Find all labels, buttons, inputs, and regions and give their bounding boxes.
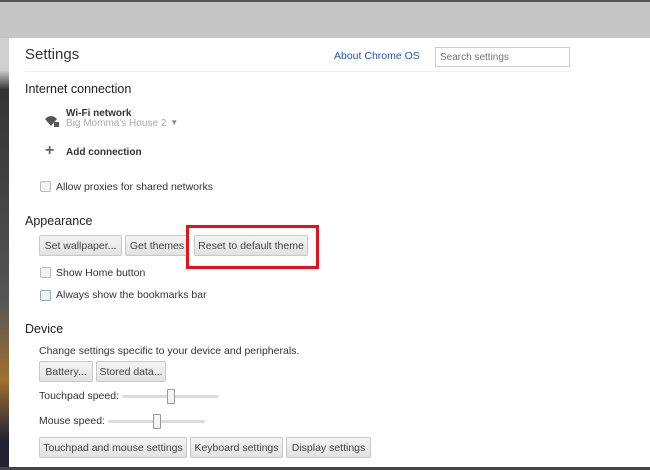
set-wallpaper-button[interactable]: Set wallpaper... [39, 235, 122, 256]
mouse-slider-thumb[interactable] [152, 414, 161, 429]
page-title: Settings [25, 46, 80, 63]
network-name: Big Momma's House 2 [66, 118, 167, 129]
about-chrome-os-link[interactable]: About Chrome OS [334, 50, 420, 62]
highlight-box [186, 225, 319, 269]
allow-proxies-label: Allow proxies for shared networks [56, 181, 213, 193]
header-divider [25, 71, 570, 72]
wifi-lock-icon [45, 116, 59, 127]
touchpad-slider-thumb[interactable] [166, 389, 175, 404]
touchpad-speed-label: Touchpad speed: [39, 390, 119, 402]
desktop-wallpaper-strip [0, 0, 9, 470]
settings-window: Settings About Chrome OS Internet connec… [9, 38, 650, 467]
internet-heading: Internet connection [25, 82, 132, 96]
keyboard-settings-button[interactable]: Keyboard settings [190, 437, 283, 458]
mouse-speed-slider[interactable] [108, 414, 205, 429]
display-settings-button[interactable]: Display settings [286, 437, 371, 458]
bookmarks-bar-label: Always show the bookmarks bar [56, 289, 207, 301]
mouse-speed-label: Mouse speed: [39, 415, 105, 427]
device-description: Change settings specific to your device … [39, 345, 300, 357]
plus-icon: + [45, 142, 55, 159]
show-home-label: Show Home button [56, 267, 146, 279]
network-dropdown[interactable]: Big Momma's House 2 ▼ [66, 118, 178, 129]
touchpad-mouse-settings-button[interactable]: Touchpad and mouse settings [39, 437, 187, 458]
touchpad-speed-slider[interactable] [122, 389, 219, 404]
window-title-bar [0, 0, 650, 38]
battery-button[interactable]: Battery... [39, 361, 93, 382]
search-input[interactable] [435, 47, 570, 67]
add-connection-button[interactable]: Add connection [66, 147, 142, 158]
show-home-checkbox[interactable] [40, 267, 51, 278]
stored-data-button[interactable]: Stored data... [96, 361, 166, 382]
chevron-down-icon: ▼ [170, 118, 179, 127]
allow-proxies-checkbox[interactable] [40, 181, 51, 192]
bookmarks-bar-checkbox[interactable] [40, 290, 51, 301]
appearance-heading: Appearance [25, 214, 93, 228]
device-heading: Device [25, 322, 64, 336]
get-themes-button[interactable]: Get themes [125, 235, 189, 256]
